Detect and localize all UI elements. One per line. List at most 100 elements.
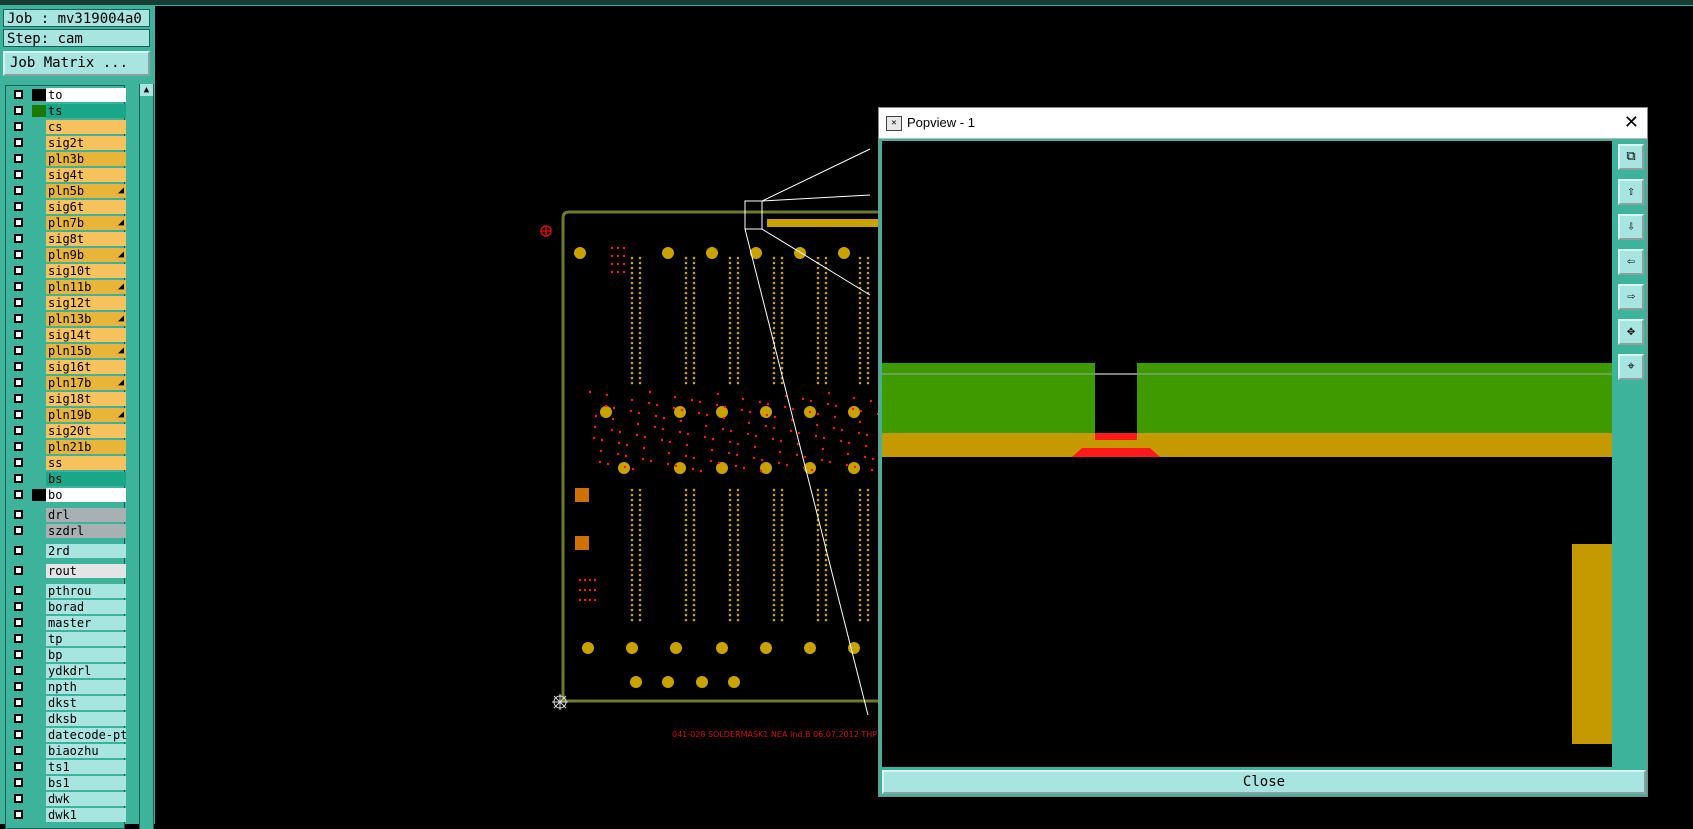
pin [630, 498, 634, 502]
pin [736, 316, 740, 320]
via [698, 400, 702, 404]
via [827, 391, 831, 395]
pin [866, 608, 870, 612]
pin [780, 548, 784, 552]
pin [692, 618, 696, 622]
via [801, 397, 805, 401]
zoom-out-icon[interactable]: ⌖ [1618, 354, 1644, 380]
pin [816, 588, 820, 592]
via [629, 409, 633, 413]
pin [858, 341, 862, 345]
via [716, 392, 720, 396]
pin [866, 321, 870, 325]
pin [638, 618, 642, 622]
pin [866, 538, 870, 542]
pin [858, 276, 862, 280]
pin [866, 261, 870, 265]
pin [728, 563, 732, 567]
via [636, 422, 640, 426]
via [748, 410, 752, 414]
pin [692, 548, 696, 552]
pin [736, 588, 740, 592]
via [610, 428, 614, 432]
pin [736, 533, 740, 537]
pin [858, 528, 862, 532]
pin [816, 568, 820, 572]
via [655, 403, 659, 407]
pin [638, 543, 642, 547]
move-left-icon[interactable]: ⇦ [1618, 249, 1644, 275]
pin [816, 286, 820, 290]
pin [638, 356, 642, 360]
pin [780, 508, 784, 512]
pin [780, 316, 784, 320]
pin [780, 261, 784, 265]
pin [638, 528, 642, 532]
pin [866, 381, 870, 385]
pin [692, 518, 696, 522]
via [622, 262, 626, 266]
pin [692, 371, 696, 375]
pin [824, 558, 828, 562]
move-right-icon[interactable]: ⇨ [1618, 284, 1644, 310]
pin [684, 261, 688, 265]
pin [638, 603, 642, 607]
popview-titlebar[interactable]: ✕ Popview - 1 ✕ [879, 108, 1647, 139]
pin [858, 598, 862, 602]
via [717, 461, 721, 465]
pin [692, 341, 696, 345]
via [635, 433, 639, 437]
mounting-pad [794, 247, 806, 259]
pin [692, 306, 696, 310]
close-button[interactable]: Close [882, 770, 1646, 794]
via [810, 468, 814, 472]
pin [824, 498, 828, 502]
pin [780, 563, 784, 567]
via [631, 467, 635, 471]
via [710, 448, 714, 452]
pin [630, 276, 634, 280]
pin [736, 336, 740, 340]
pad-base [1072, 448, 1160, 457]
via [764, 424, 768, 428]
popview-canvas[interactable] [882, 141, 1612, 767]
via [863, 455, 867, 459]
pin [728, 266, 732, 270]
fit-icon[interactable]: ⧉ [1618, 144, 1644, 170]
via [622, 270, 626, 274]
pin [728, 558, 732, 562]
pin [630, 271, 634, 275]
pin [736, 341, 740, 345]
pin [728, 538, 732, 542]
via [610, 262, 614, 266]
pin [780, 351, 784, 355]
pin [638, 286, 642, 290]
pin [736, 608, 740, 612]
pin [630, 543, 634, 547]
pin [772, 286, 776, 290]
move-down-icon[interactable]: ⇩ [1618, 214, 1644, 240]
pin [736, 488, 740, 492]
side-copper [1572, 544, 1612, 744]
pin [772, 603, 776, 607]
pin [816, 256, 820, 260]
pin [816, 593, 820, 597]
via [623, 465, 627, 469]
pin [684, 321, 688, 325]
via [616, 270, 620, 274]
pin [692, 311, 696, 315]
pin [816, 498, 820, 502]
pin [728, 613, 732, 617]
pin [824, 503, 828, 507]
via [641, 457, 645, 461]
pin [858, 543, 862, 547]
move-up-icon[interactable]: ⇧ [1618, 179, 1644, 205]
via [736, 442, 740, 446]
pin [866, 331, 870, 335]
close-icon[interactable]: ✕ [1624, 112, 1639, 133]
pin [736, 518, 740, 522]
pin [692, 608, 696, 612]
pin [736, 493, 740, 497]
zoom-in-icon[interactable]: ✥ [1618, 319, 1644, 345]
pin [692, 488, 696, 492]
